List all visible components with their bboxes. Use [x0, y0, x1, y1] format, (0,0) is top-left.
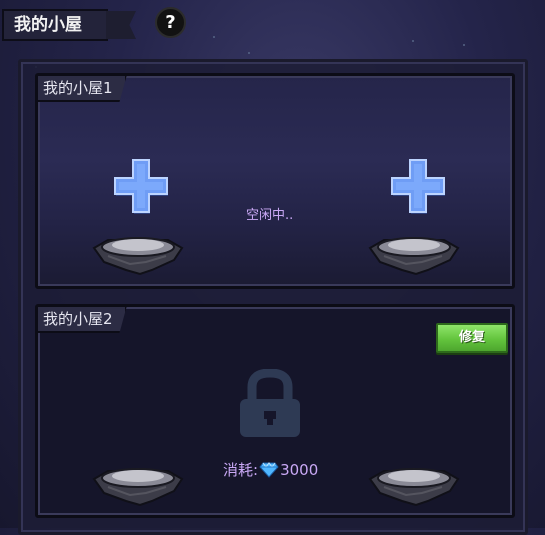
- diamond-icon: [259, 461, 279, 478]
- add-slot-button-left[interactable]: [111, 156, 171, 216]
- room-card-1: 我的小屋1 空闲中..: [35, 73, 515, 289]
- page-title-text: 我的小屋: [14, 15, 82, 35]
- stone-pedestal-icon: [368, 468, 460, 507]
- title-flag-decoration: [106, 11, 136, 39]
- plus-icon: [114, 159, 168, 214]
- room-label: 我的小屋1: [38, 76, 127, 102]
- pedestal-right: [366, 230, 462, 276]
- pedestal-left: [90, 230, 186, 276]
- pedestal-left: [90, 461, 186, 507]
- repair-button[interactable]: 修复: [436, 323, 508, 353]
- lock-icon: [236, 369, 304, 439]
- stone-pedestal-icon: [368, 237, 460, 276]
- stone-pedestal-icon: [92, 468, 184, 507]
- cost-label: 消耗:: [223, 461, 259, 479]
- stone-pedestal-icon: [92, 237, 184, 276]
- room-status-text: 空闲中..: [246, 208, 294, 223]
- add-slot-button-right[interactable]: [388, 156, 448, 216]
- plus-icon: [391, 159, 445, 214]
- pedestal-right: [366, 461, 462, 507]
- help-button[interactable]: ?: [155, 7, 186, 38]
- question-mark-icon: ?: [165, 12, 176, 33]
- room-label: 我的小屋2: [38, 307, 127, 333]
- room-card-2: 我的小屋2 修复 消耗: 3000: [35, 304, 515, 518]
- cost-value: 3000: [280, 460, 319, 479]
- page-title: 我的小屋: [2, 9, 108, 41]
- repair-cost: 消耗: 3000: [223, 459, 318, 480]
